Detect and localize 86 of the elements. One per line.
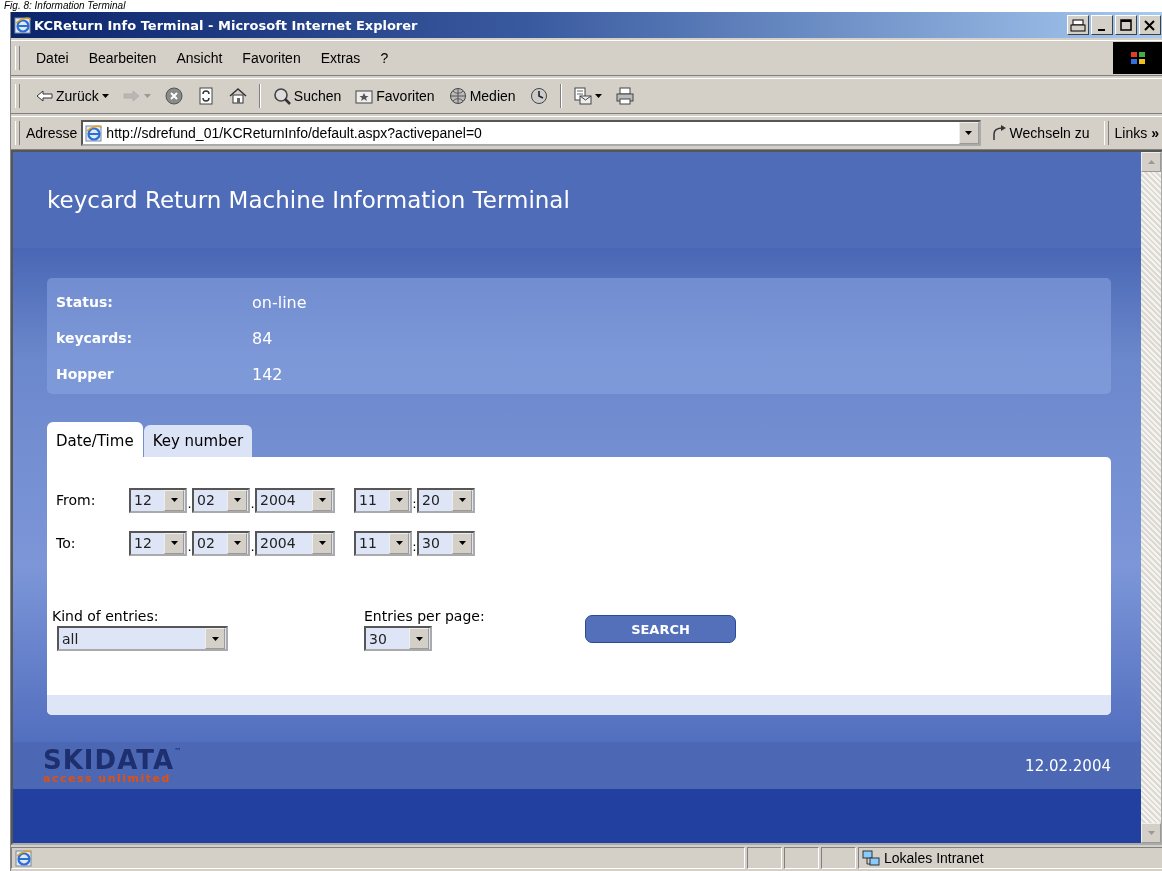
status-value: 142: [252, 364, 283, 384]
dropdown[interactable]: 12: [129, 530, 187, 556]
status-label: Hopper: [56, 366, 115, 382]
search-icon[interactable]: [272, 87, 291, 105]
stop-icon[interactable]: [164, 87, 183, 105]
trademark-sign: ™: [174, 746, 183, 756]
date-separator: .: [187, 539, 192, 556]
status-label: Status:: [56, 294, 114, 310]
caret-icon[interactable]: [395, 541, 403, 545]
refresh-icon[interactable]: [196, 87, 215, 105]
search-button[interactable]: SEARCH: [585, 615, 736, 643]
figure-caption: Fig. 8: Information Terminal: [3, 0, 127, 12]
media-button[interactable]: Medien: [469, 88, 516, 104]
logo-wordmark: SKIDATA: [43, 746, 175, 773]
menu-item[interactable]: Ansicht: [166, 50, 233, 66]
tab[interactable]: Key number: [143, 425, 253, 457]
page-title: keycard Return Machine Information Terminal: [47, 187, 570, 213]
dropdown[interactable]: 2004: [255, 487, 335, 513]
caret-icon[interactable]: [318, 498, 326, 502]
printer-icon[interactable]: [1069, 17, 1087, 33]
menu-item[interactable]: ?: [370, 50, 399, 66]
back-arrow-icon[interactable]: [35, 87, 53, 105]
status-value: 84: [252, 328, 273, 348]
browser-page-icon: [85, 124, 103, 142]
more-chevron[interactable]: »: [1147, 125, 1162, 141]
address-label: Adresse: [26, 125, 78, 141]
caret-icon[interactable]: [458, 541, 466, 545]
date-separator: .: [187, 496, 192, 513]
printer-icon[interactable]: [615, 87, 634, 105]
dropdown[interactable]: 02: [192, 530, 250, 556]
search-button[interactable]: Suchen: [293, 88, 342, 104]
caret-icon[interactable]: [170, 541, 178, 545]
status-value: on-line: [252, 292, 307, 312]
curved-arrow-icon: [990, 125, 1007, 141]
dropdown[interactable]: 30: [417, 530, 475, 556]
links-button[interactable]: Links: [1114, 125, 1148, 141]
mail-icon[interactable]: [573, 87, 592, 105]
caret-icon[interactable]: [965, 131, 973, 135]
browser-page-icon: [14, 16, 31, 34]
browser-page-icon: [15, 849, 32, 867]
status-label: keycards:: [56, 330, 134, 346]
menu-item[interactable]: Datei: [26, 50, 79, 66]
caret-icon[interactable]: [233, 498, 241, 502]
caret-icon[interactable]: [395, 498, 403, 502]
dropdown[interactable]: 12: [129, 487, 187, 513]
time-separator: :: [412, 496, 417, 513]
dropdown[interactable]: 2004: [255, 530, 335, 556]
field-label: From:: [56, 492, 97, 508]
home-icon[interactable]: [228, 87, 247, 105]
caret-icon[interactable]: [211, 636, 219, 641]
network-computer-icon: [862, 849, 880, 867]
tab[interactable]: Date/Time: [47, 422, 143, 457]
menu-item[interactable]: Extras: [310, 50, 371, 66]
dropdown[interactable]: 20: [417, 487, 475, 513]
field-label: Kind of entries:: [52, 608, 160, 624]
caret-icon[interactable]: [318, 541, 326, 545]
windows-flag-icon: [1129, 50, 1147, 66]
dropdown[interactable]: 11: [354, 530, 412, 556]
status-zone-text: Lokales Intranet: [884, 850, 984, 866]
menu-item[interactable]: Favoriten: [232, 50, 311, 66]
maximize-icon[interactable]: [1117, 17, 1135, 33]
caret-icon[interactable]: [233, 541, 241, 545]
dropdown[interactable]: 02: [192, 487, 250, 513]
go-button[interactable]: Wechseln zu: [980, 125, 1100, 141]
field-label: To:: [56, 535, 77, 551]
back-button[interactable]: Zurück: [56, 88, 99, 104]
logo-tagline: access unlimited: [43, 772, 172, 785]
caret-icon[interactable]: [458, 498, 466, 502]
dropdown[interactable]: 11: [354, 487, 412, 513]
caret-icon[interactable]: [101, 94, 109, 98]
dropdown[interactable]: 30: [364, 626, 432, 651]
dropdown[interactable]: all: [57, 626, 228, 651]
field-label: Entries per page:: [364, 608, 486, 624]
footer-date: 12.02.2004: [1025, 756, 1111, 775]
caret-icon[interactable]: [170, 498, 178, 502]
window-title: KCReturn Info Terminal - Microsoft Internet Explorer: [34, 17, 419, 33]
caret-icon[interactable]: [415, 636, 423, 641]
date-separator: .: [250, 539, 255, 556]
date-separator: .: [250, 496, 255, 513]
address-field[interactable]: http://sdrefund_01/KCReturnInfo/default.aspx?activepanel=0: [81, 120, 981, 146]
favorites-button[interactable]: Favoriten: [376, 88, 435, 104]
time-separator: :: [412, 539, 417, 556]
clock-icon[interactable]: [529, 87, 548, 105]
menu-item[interactable]: Bearbeiten: [78, 50, 167, 66]
globe-icon[interactable]: [448, 87, 467, 105]
caret-icon[interactable]: [594, 94, 602, 98]
